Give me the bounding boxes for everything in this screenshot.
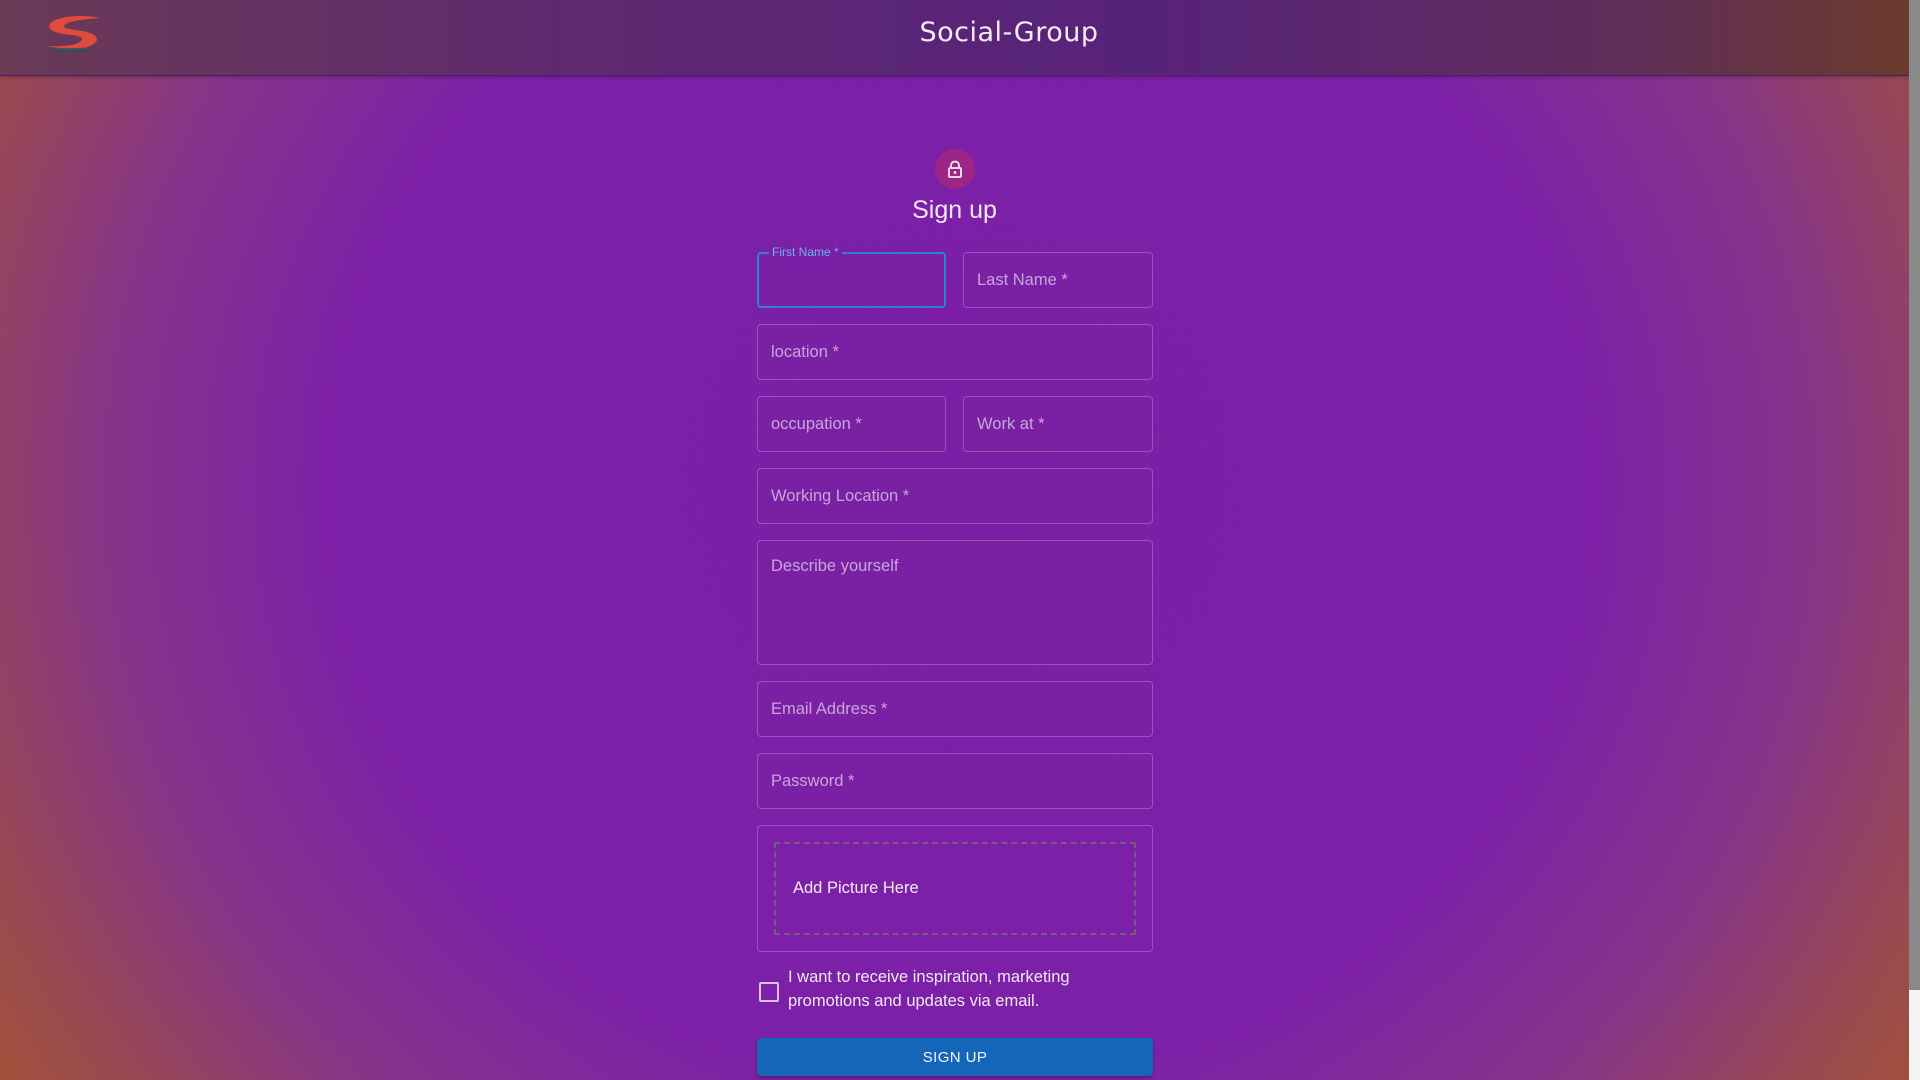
form-title: Sign up [912, 196, 997, 224]
first-name-label: First Name * [769, 245, 842, 259]
location-field[interactable]: location * [757, 324, 1153, 380]
occupation-field[interactable]: occupation * [757, 396, 946, 452]
describe-yourself-placeholder: Describe yourself [771, 557, 899, 575]
app-title: Social-Group [919, 17, 1099, 48]
email-field[interactable]: Email Address * [757, 681, 1153, 737]
last-name-placeholder: Last Name * [977, 271, 1068, 289]
working-location-field[interactable]: Working Location * [757, 468, 1153, 524]
sign-up-button[interactable]: Sign Up [757, 1038, 1153, 1076]
picture-dropzone-label: Add Picture Here [793, 879, 919, 897]
work-at-placeholder: Work at * [977, 415, 1045, 433]
password-field[interactable]: Password * [757, 753, 1153, 809]
lock-icon [948, 160, 962, 178]
describe-yourself-field[interactable]: Describe yourself [757, 540, 1153, 665]
picture-dropzone-area[interactable]: Add Picture Here [774, 842, 1136, 935]
app-bar: Social-Group [0, 0, 1909, 76]
scrollbar-thumb[interactable] [1909, 0, 1920, 990]
occupation-placeholder: occupation * [771, 415, 862, 433]
work-at-field[interactable]: Work at * [963, 396, 1153, 452]
working-location-placeholder: Working Location * [771, 487, 910, 505]
password-placeholder: Password * [771, 772, 855, 790]
last-name-field[interactable]: Last Name * [963, 252, 1153, 308]
scrollbar-track[interactable] [1909, 0, 1920, 1080]
picture-dropzone[interactable]: Add Picture Here [757, 825, 1153, 952]
marketing-checkbox-label[interactable]: I want to receive inspiration, marketing… [788, 965, 1118, 1013]
location-placeholder: location * [771, 343, 839, 361]
first-name-field[interactable]: First Name * [757, 245, 946, 308]
marketing-checkbox[interactable] [759, 982, 779, 1002]
email-placeholder: Email Address * [771, 700, 888, 718]
lock-avatar [935, 149, 975, 189]
